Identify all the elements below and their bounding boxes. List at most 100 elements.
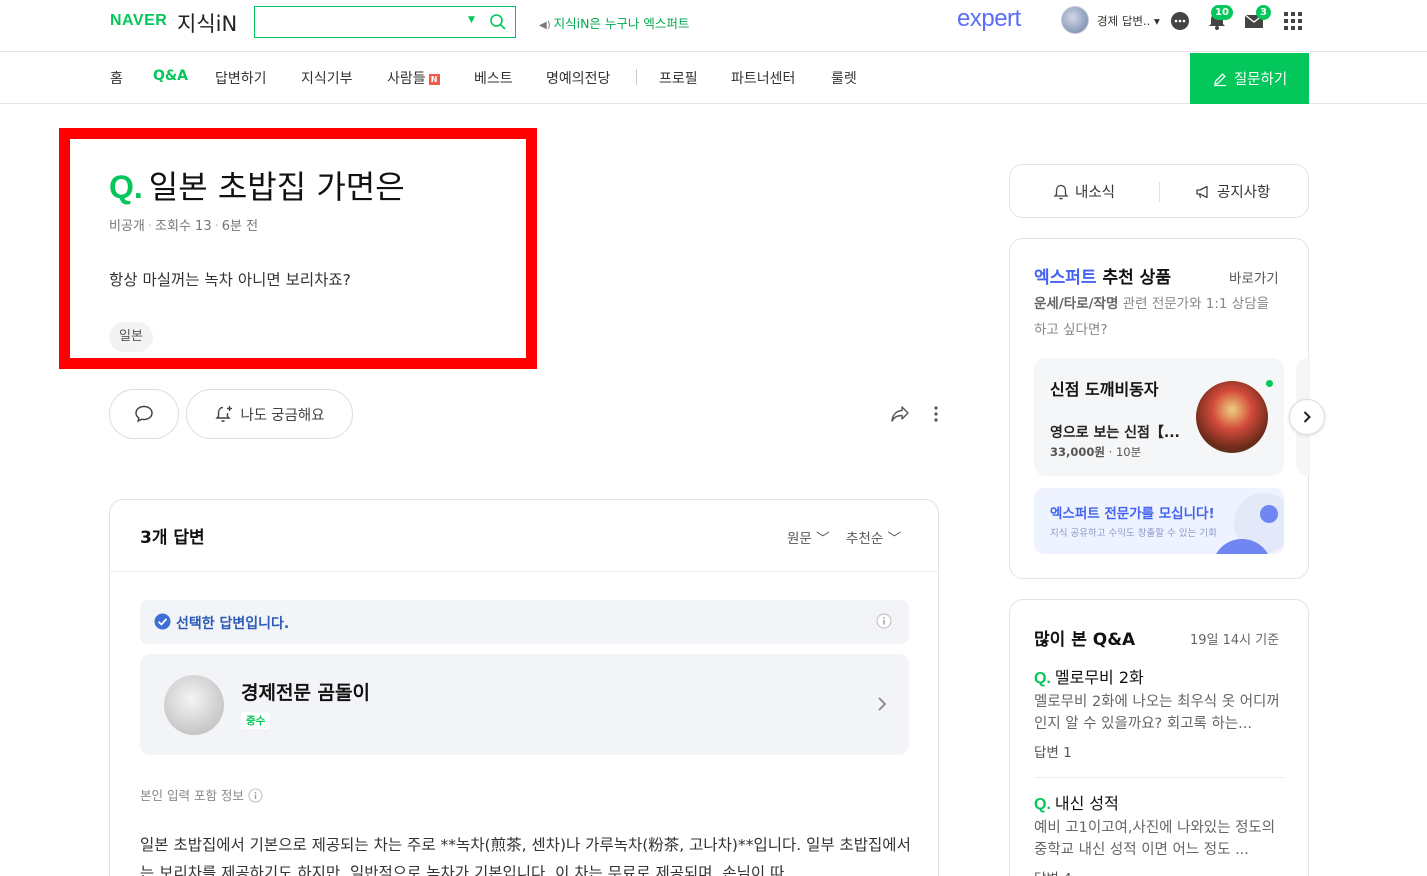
comment-button[interactable] [109,389,179,439]
popular-answer-count: 답변 1 [1034,745,1072,761]
chevron-right-icon [878,697,887,711]
popular-item[interactable]: Q. 내신 성적 예비 고1이고여,사진에 나와있는 정도의 중학교 내신 성적 … [1034,790,1284,876]
notice-text: 지식iN은 누구나 엑스퍼트 [553,16,690,31]
question-tag[interactable]: 일본 [109,322,153,352]
popular-question-title: 멜로무비 2화 [1054,668,1144,687]
question-views: 조회수 13 [155,219,212,234]
curious-button[interactable]: 나도 궁금해요 [186,389,353,439]
original-label: 원문 [787,531,812,547]
user-name: 경제 답변.. [1097,14,1151,28]
mail-count-badge: 3 [1256,5,1271,20]
expert-go-link[interactable]: 바로가기 [1229,267,1279,287]
popular-snippet: 멜로무비 2화에 나오는 최우식 옷 어디꺼인지 알 수 있을까요? 회고록 하… [1034,694,1280,732]
nav-qna[interactable]: Q&A [153,68,188,84]
product-price: 33,000원 [1050,445,1105,459]
sort-label: 추천순 [846,531,884,547]
popular-time: 19일 14시 기준 [1190,633,1280,648]
product-image [1196,381,1268,453]
decoration [1260,505,1278,523]
divider [1159,182,1160,202]
nav-people[interactable]: 사람들 N [387,68,440,88]
answerer-name: 경제전문 곰돌이 [241,682,370,704]
bell-icon [1053,184,1069,199]
kin-logo[interactable]: 지식iN [177,8,237,38]
popular-qna-box: 많이 본 Q&A 19일 14시 기준 Q. 멜로무비 2화 멜로무비 2화에 나… [1009,599,1309,876]
user-avatar[interactable] [1061,6,1089,34]
popular-answer-count: 답변 4 [1034,867,1284,876]
selected-answer-label: 선택한 답변입니다. [176,616,290,632]
nav-hall-of-fame[interactable]: 명예의전당 [546,68,610,88]
carousel-next-button[interactable] [1289,399,1325,435]
product-card[interactable]: 신점 도깨비동자 영으로 보는 신점【... 33,000원 · 10분 [1034,358,1284,476]
popular-title: 많이 본 Q&A [1034,630,1136,650]
product-subtitle: 영으로 보는 신점【... [1050,425,1180,441]
expert-desc-bold: 운세/타로/작명 [1034,296,1119,312]
user-menu[interactable]: 경제 답변.. ▾ [1097,13,1160,29]
notice-banner[interactable]: ◀) 지식iN은 누구나 엑스퍼트 [539,13,689,32]
sort-dropdown[interactable]: 추천순 ﹀ [846,527,901,547]
new-badge: N [428,74,440,85]
answerer-card[interactable]: 경제전문 곰돌이 중수 [140,654,909,755]
online-status-dot [1266,380,1273,387]
product-duration: 10분 [1115,445,1142,459]
chevron-down-icon: ﹀ [887,531,902,547]
expert-recruit-banner[interactable]: 엑스퍼트 전문가를 모십니다! 지식 공유하고 수익도 창출할 수 있는 기회 [1034,488,1284,554]
check-circle-icon [154,613,171,630]
expert-title-blue: 엑스퍼트 [1034,268,1097,288]
comment-icon [135,405,153,423]
recruit-subtitle: 지식 공유하고 수익도 창출할 수 있는 기회 [1050,528,1217,539]
verify-info: 본인 입력 포함 정보 [140,785,263,804]
curious-label: 나도 궁금해요 [240,407,325,424]
nav-answer[interactable]: 답변하기 [215,68,267,88]
bell-plus-icon [215,406,233,422]
nav-profile[interactable]: 프로필 [659,68,698,88]
nav-best[interactable]: 베스트 [474,68,513,88]
naver-logo[interactable]: NAVER [110,12,167,30]
my-news-link[interactable]: 내소식 [1052,181,1115,202]
search-input[interactable] [261,11,461,33]
notice-label: 공지사항 [1217,185,1271,201]
expert-title: 엑스퍼트 추천 상품 [1034,263,1171,288]
nav-partner-center[interactable]: 파트너센터 [731,68,795,88]
speaker-icon: ◀) [539,20,551,31]
pencil-icon [1213,72,1226,86]
chat-icon[interactable] [1169,10,1191,32]
notification-box: 내소식 공지사항 [1009,164,1309,218]
question-title-text: 일본 초밥집 가면은 [148,168,405,206]
notice-link[interactable]: 공지사항 [1194,181,1270,202]
share-icon[interactable] [889,403,911,425]
popular-question: Q. 내신 성적 [1034,794,1119,813]
nav-home[interactable]: 홈 [110,68,123,88]
answer-count: 3개 답변 [140,528,205,548]
answerer-avatar [164,675,224,735]
original-toggle[interactable]: 원문 ﹀ [787,527,830,547]
ask-question-button[interactable]: 질문하기 [1190,53,1309,104]
ask-question-label: 질문하기 [1233,72,1288,88]
question-time: 6분 전 [221,219,259,234]
question-body: 항상 마실꺼는 녹차 아니면 보리차죠? [109,271,351,289]
divider [1034,777,1284,778]
top-header: NAVER 지식iN ▼ ◀) 지식iN은 누구나 엑스퍼트 expert 경제 … [0,0,1427,52]
more-options-icon[interactable] [928,403,944,425]
apps-grid-icon[interactable] [1282,10,1304,32]
nav-roulette[interactable]: 룰렛 [831,68,857,88]
nav-people-label: 사람들 [387,71,426,87]
nav-donate[interactable]: 지식기부 [301,68,353,88]
my-news-label: 내소식 [1075,185,1116,201]
popular-question: Q. 멜로무비 2화 [1034,668,1144,687]
answer-body: 일본 초밥집에서 기본으로 제공되는 차는 주로 **녹차(煎茶, 센차)나 가… [140,836,911,876]
search-dropdown-icon[interactable]: ▼ [468,15,475,25]
search-icon[interactable] [488,12,508,32]
search-box: ▼ [254,6,516,38]
verify-label: 본인 입력 포함 정보 [140,788,244,803]
popular-item[interactable]: Q. 멜로무비 2화 멜로무비 2화에 나오는 최우식 옷 어디꺼인지 알 수 있… [1034,664,1284,761]
question-meta: 비공개 · 조회수 13 · 6분 전 [109,219,259,234]
chevron-right-icon [1303,411,1311,423]
info-icon[interactable] [876,613,892,629]
info-icon[interactable] [248,788,263,803]
recruit-title: 엑스퍼트 전문가를 모십니다! [1050,506,1215,522]
popular-snippet: 예비 고1이고여,사진에 나와있는 정도의 중학교 내신 성적 이면 어느 정도… [1034,820,1276,858]
expert-logo[interactable]: expert [957,5,1021,33]
question-title: Q. 일본 초밥집 가면은 [109,162,405,208]
divider [110,571,938,572]
